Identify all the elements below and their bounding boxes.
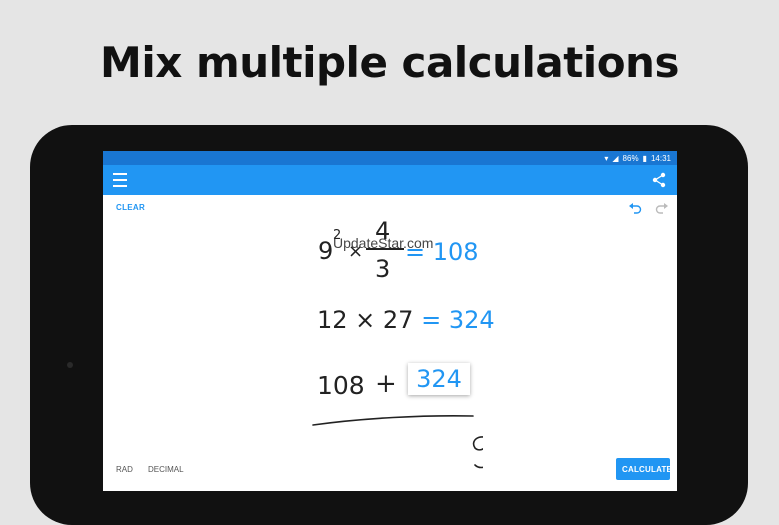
share-icon[interactable] xyxy=(651,172,667,188)
row2-calculation: 12 × 27 = 324 xyxy=(317,306,495,334)
app-bar xyxy=(103,165,677,195)
camera-dot xyxy=(67,362,73,368)
tablet-device: ▾ ◢ 86% ▮ 14:31 CLEAR 9 2 × 4 3 = 108 Up… xyxy=(30,125,748,525)
headline: Mix multiple calculations xyxy=(100,38,679,87)
status-time: 14:31 xyxy=(650,153,671,163)
row1-base: 9 xyxy=(318,237,334,265)
row2-expression: 12 × 27 xyxy=(317,306,414,334)
decimal-toggle[interactable]: DECIMAL xyxy=(148,465,184,474)
signal-icon: ◢ xyxy=(612,153,619,163)
handwritten-result: 9 xyxy=(472,436,483,469)
row1-denominator: 3 xyxy=(375,255,391,283)
handwriting-area[interactable]: 9 xyxy=(303,391,483,471)
row2-result: = 324 xyxy=(421,306,495,334)
battery-level: 86% xyxy=(622,153,639,163)
handwritten-division-line xyxy=(312,415,474,426)
redo-icon[interactable] xyxy=(655,202,669,214)
menu-icon[interactable] xyxy=(113,173,127,187)
app-screen: ▾ ◢ 86% ▮ 14:31 CLEAR 9 2 × 4 3 = 108 Up… xyxy=(103,151,677,491)
status-bar: ▾ ◢ 86% ▮ 14:31 xyxy=(103,151,677,165)
clear-button[interactable]: CLEAR xyxy=(116,203,145,212)
battery-icon: ▮ xyxy=(642,153,647,163)
calculate-button[interactable]: CALCULATE xyxy=(616,458,672,480)
wifi-icon: ▾ xyxy=(604,153,609,163)
watermark: UpdateStar.com xyxy=(333,235,434,251)
undo-icon[interactable] xyxy=(628,202,642,214)
rad-toggle[interactable]: RAD xyxy=(116,465,133,474)
